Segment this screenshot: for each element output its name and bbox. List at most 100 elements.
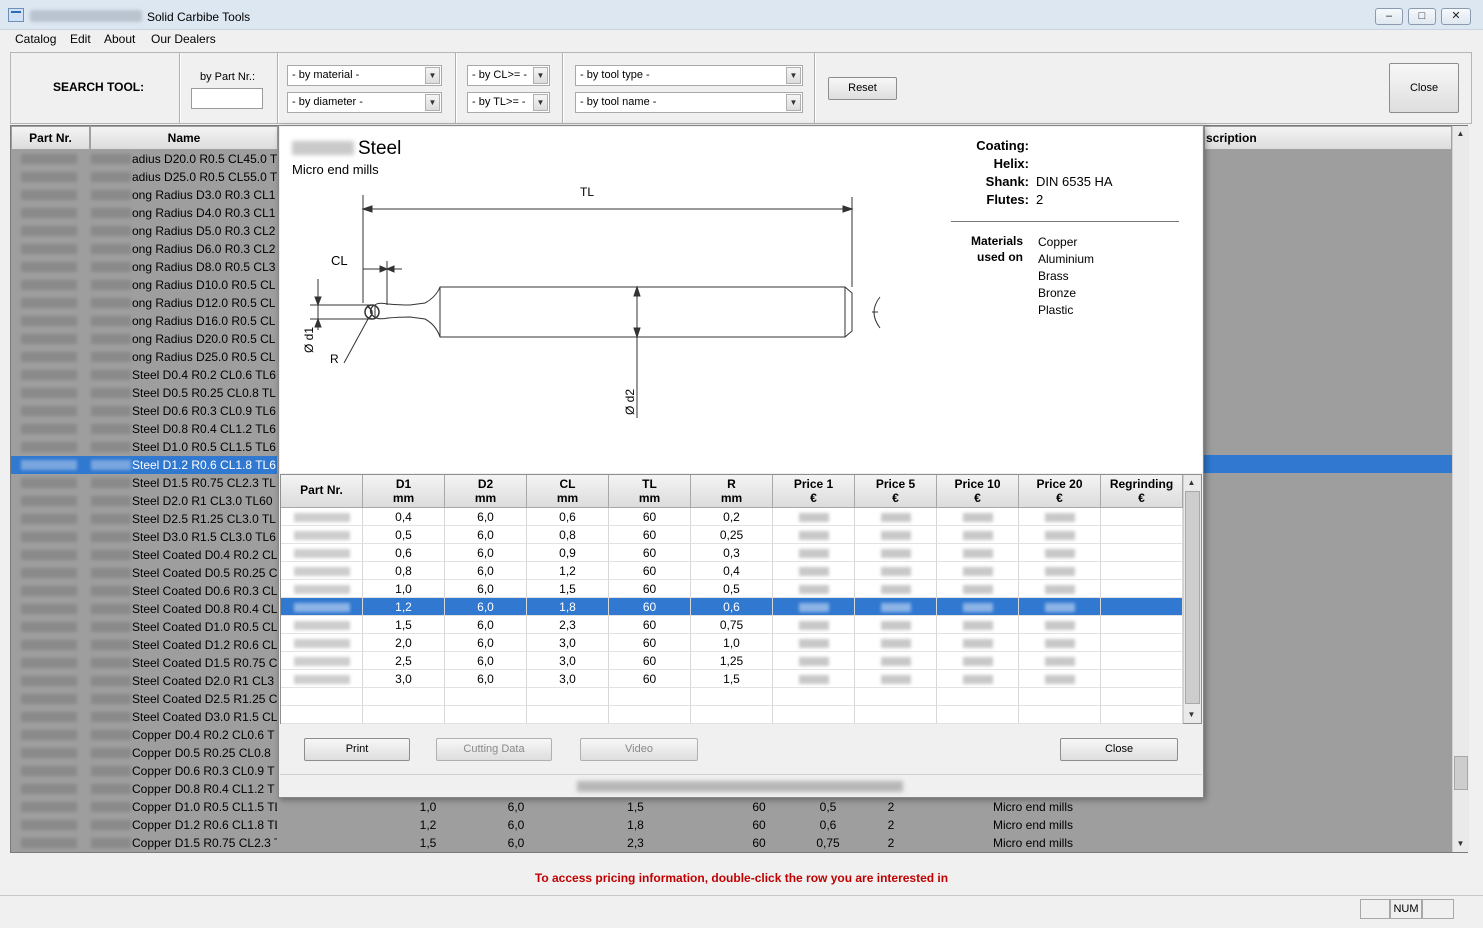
cell-price[interactable] (937, 598, 1019, 616)
table-row[interactable]: ong Radius D6.0 R0.3 CL2 (11, 240, 277, 258)
cell-price[interactable] (1019, 544, 1101, 562)
cell-cl[interactable]: 3,0 (527, 670, 609, 688)
cell-d2[interactable]: 6,0 (445, 526, 527, 544)
cell-price[interactable] (773, 508, 855, 526)
cell-cl[interactable]: 0,6 (527, 508, 609, 526)
cell-regrinding[interactable] (1101, 544, 1183, 562)
scroll-down-icon[interactable]: ▼ (1453, 836, 1468, 851)
cell-price[interactable] (855, 652, 937, 670)
cell-price[interactable] (937, 652, 1019, 670)
table-row[interactable]: Steel D0.8 R0.4 CL1.2 TL6 (11, 420, 277, 438)
tl-select[interactable]: - by TL>= - ▼ (467, 92, 550, 113)
table-row[interactable]: adius D25.0 R0.5 CL55.0 T (11, 168, 277, 186)
cell-part-nr[interactable] (281, 508, 363, 526)
cell-price[interactable] (773, 598, 855, 616)
cell-regrinding[interactable] (1101, 562, 1183, 580)
cell-price[interactable] (1019, 508, 1101, 526)
cell-price[interactable] (1019, 616, 1101, 634)
cell-regrinding[interactable] (1101, 616, 1183, 634)
table-row[interactable]: Steel D2.5 R1.25 CL3.0 TL (11, 510, 277, 528)
cell-price[interactable] (855, 508, 937, 526)
col-header-name[interactable]: Name (90, 126, 278, 150)
cell-price[interactable] (1019, 580, 1101, 598)
table-row[interactable]: Copper D1.0 R0.5 CL1.5 TL60 (11, 798, 277, 816)
cell-regrinding[interactable] (1101, 652, 1183, 670)
cell-price[interactable] (1019, 634, 1101, 652)
cell-price[interactable] (855, 670, 937, 688)
cell-cl[interactable]: 0,8 (527, 526, 609, 544)
cl-select[interactable]: - by CL>= - ▼ (467, 65, 550, 86)
cell-cl[interactable]: 3,0 (527, 652, 609, 670)
cell-d2[interactable]: 6,0 (445, 670, 527, 688)
cell-d1[interactable]: 0,5 (363, 526, 445, 544)
cell-price[interactable] (937, 616, 1019, 634)
col-header-part-nr[interactable]: Part Nr. (11, 126, 90, 150)
detail-col-header[interactable]: Price 5 € (855, 475, 937, 508)
cell-price[interactable] (855, 544, 937, 562)
cell-price[interactable] (937, 670, 1019, 688)
table-row[interactable]: Copper D0.4 R0.2 CL0.6 T (11, 726, 277, 744)
table-row[interactable]: ong Radius D12.0 R0.5 CL (11, 294, 277, 312)
cell-d2[interactable]: 6,0 (445, 616, 527, 634)
cell-price[interactable] (937, 526, 1019, 544)
cell-tl[interactable]: 60 (609, 526, 691, 544)
cell-tl[interactable]: 60 (609, 616, 691, 634)
cell-tl[interactable]: 60 (609, 508, 691, 526)
cell-cl[interactable]: 1,8 (527, 598, 609, 616)
cell-r[interactable]: 0,3 (691, 544, 773, 562)
table-row[interactable]: Copper D1.5 R0.75 CL2.3 TL60 (11, 834, 277, 852)
cell-price[interactable] (773, 652, 855, 670)
cell-r[interactable]: 1,0 (691, 634, 773, 652)
table-row[interactable]: Steel D3.0 R1.5 CL3.0 TL6 (11, 528, 277, 546)
table-row[interactable]: Steel D0.6 R0.3 CL0.9 TL6 (11, 402, 277, 420)
cell-price[interactable] (1019, 562, 1101, 580)
cell-tl[interactable]: 60 (609, 670, 691, 688)
tool-name-select[interactable]: - by tool name - ▼ (575, 92, 803, 113)
cell-price[interactable] (855, 562, 937, 580)
table-row[interactable]: Steel D1.5 R0.75 CL2.3 TL (11, 474, 277, 492)
table-row[interactable]: Steel D1.2 R0.6 CL1.8 TL6 (11, 456, 277, 474)
cell-part-nr[interactable] (281, 670, 363, 688)
cell-cl[interactable]: 2,3 (527, 616, 609, 634)
scroll-down-icon[interactable]: ▼ (1184, 707, 1199, 722)
cell-cl[interactable]: 1,5 (527, 580, 609, 598)
cell-price[interactable] (855, 598, 937, 616)
cell-regrinding[interactable] (1101, 526, 1183, 544)
cell-price[interactable] (1019, 670, 1101, 688)
cell-price[interactable] (937, 508, 1019, 526)
cell-part-nr[interactable] (281, 634, 363, 652)
cell-part-nr[interactable] (281, 544, 363, 562)
cell-d1[interactable]: 0,8 (363, 562, 445, 580)
cutting-data-button[interactable]: Cutting Data (436, 738, 552, 761)
print-button[interactable]: Print (304, 738, 410, 761)
cell-d1[interactable]: 0,4 (363, 508, 445, 526)
col-header-description[interactable]: scription (1204, 126, 1452, 150)
cell-price[interactable] (855, 634, 937, 652)
table-row[interactable]: Steel Coated D0.5 R0.25 C (11, 564, 277, 582)
cell-price[interactable] (773, 616, 855, 634)
cell-regrinding[interactable] (1101, 670, 1183, 688)
cell-d2[interactable]: 6,0 (445, 634, 527, 652)
cell-r[interactable]: 0,75 (691, 616, 773, 634)
table-row[interactable]: Steel Coated D2.0 R1 CL3 (11, 672, 277, 690)
cell-d2[interactable]: 6,0 (445, 562, 527, 580)
cell-tl[interactable]: 60 (609, 652, 691, 670)
detail-table-scrollbar[interactable]: ▲ ▼ (1183, 475, 1201, 723)
cell-regrinding[interactable] (1101, 580, 1183, 598)
detail-col-header[interactable]: Rmm (691, 475, 773, 508)
table-row[interactable]: Copper D0.5 R0.25 CL0.8 (11, 744, 277, 762)
cell-tl[interactable]: 60 (609, 634, 691, 652)
cell-regrinding[interactable] (1101, 634, 1183, 652)
table-row[interactable]: Steel Coated D0.6 R0.3 CL (11, 582, 277, 600)
table-row[interactable]: ong Radius D5.0 R0.3 CL2 (11, 222, 277, 240)
cell-price[interactable] (855, 580, 937, 598)
cell-price[interactable] (773, 670, 855, 688)
cell-r[interactable]: 1,25 (691, 652, 773, 670)
table-row[interactable]: ong Radius D8.0 R0.5 CL3 (11, 258, 277, 276)
cell-price[interactable] (1019, 598, 1101, 616)
detail-col-header[interactable]: D1 mm (363, 475, 445, 508)
cell-tl[interactable]: 60 (609, 598, 691, 616)
table-row[interactable]: Copper D0.8 R0.4 CL1.2 T (11, 780, 277, 798)
detail-col-header[interactable]: Price 10 € (937, 475, 1019, 508)
grid-scrollbar[interactable]: ▲ ▼ (1452, 126, 1469, 852)
